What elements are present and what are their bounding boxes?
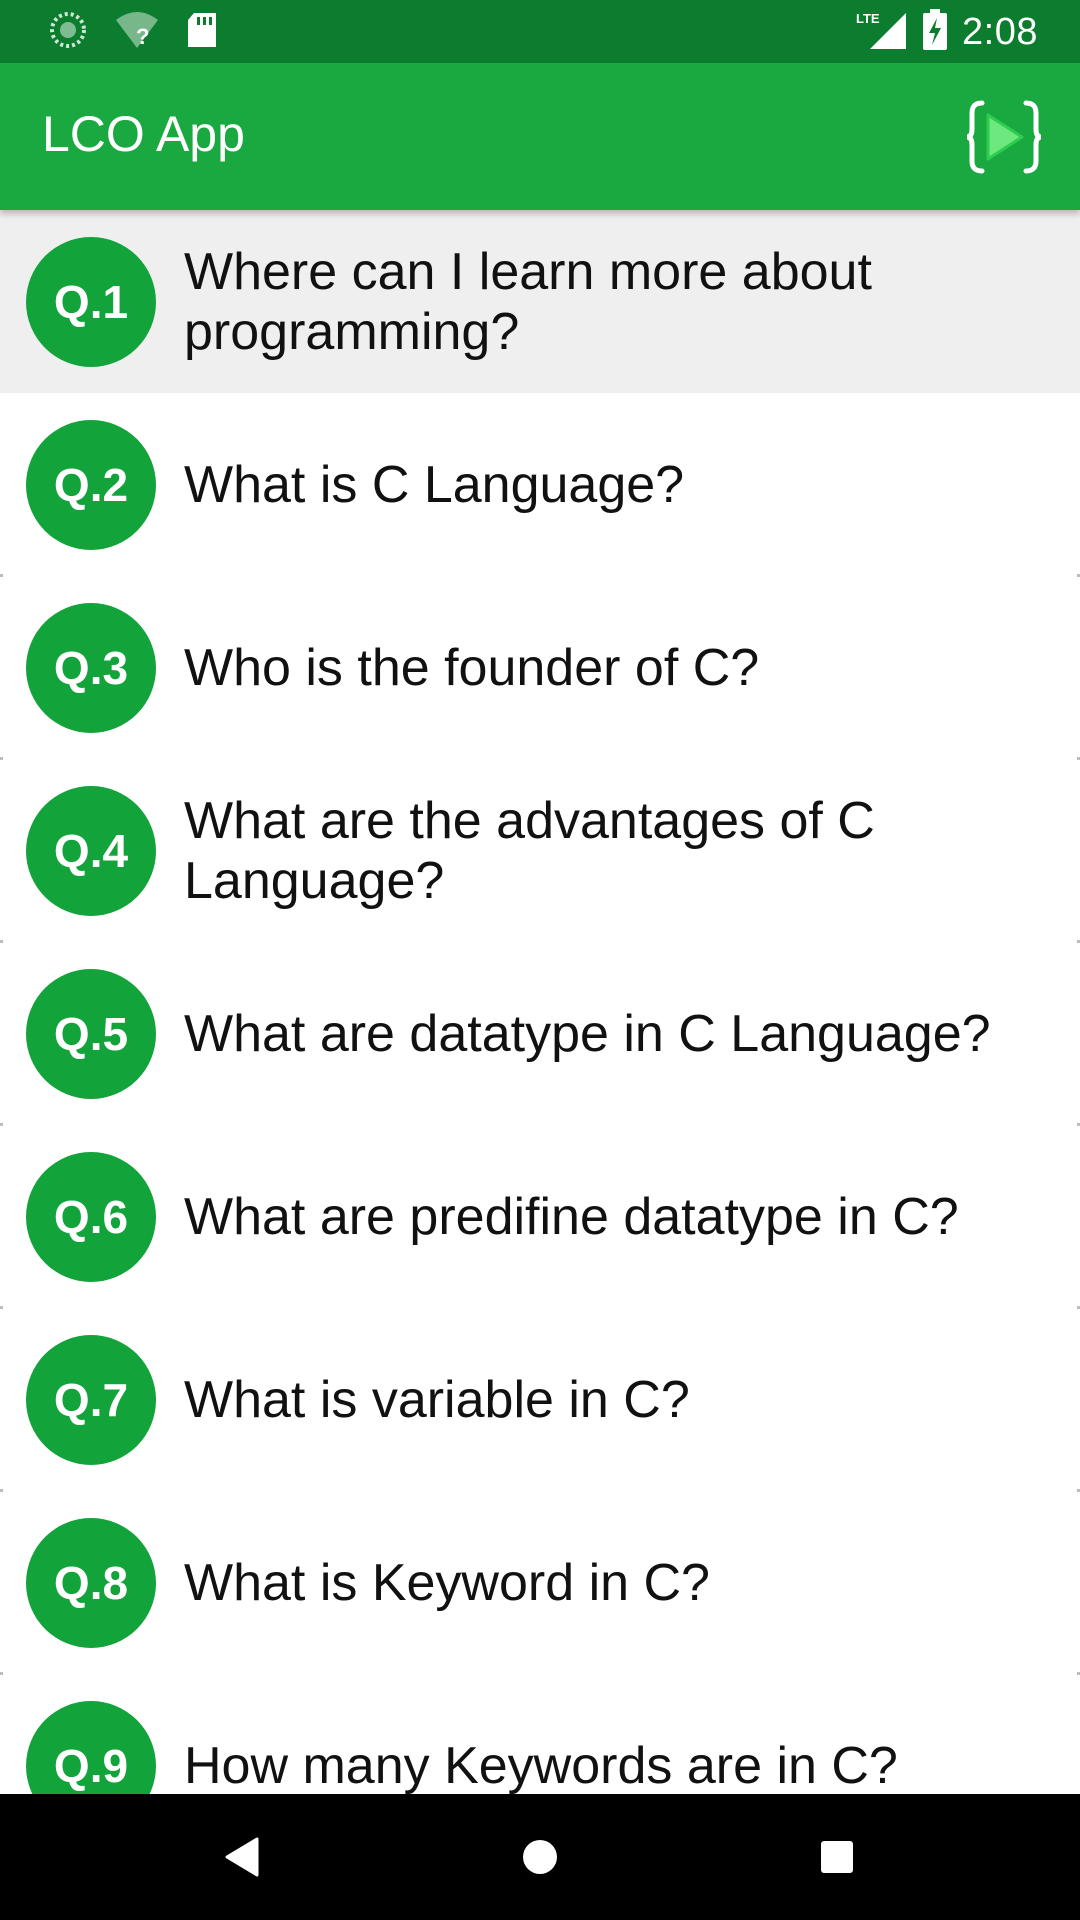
list-item-q8[interactable]: Q.8 What is Keyword in C?: [0, 1491, 1080, 1675]
question-text: Where can I learn more about programming…: [184, 242, 872, 361]
sync-icon: [48, 10, 88, 55]
list-item-q2[interactable]: Q.2 What is C Language?: [0, 393, 1080, 577]
question-badge: Q.4: [26, 786, 156, 916]
sd-card-icon: [186, 11, 218, 54]
list-item-q7[interactable]: Q.7 What is variable in C?: [0, 1308, 1080, 1492]
question-badge: Q.8: [26, 1518, 156, 1648]
network-label: LTE: [856, 11, 880, 26]
status-left-icons: ?: [48, 10, 218, 55]
question-text: How many Keywords are in C?: [184, 1736, 898, 1795]
question-badge: Q.1: [26, 237, 156, 367]
question-text: What is Keyword in C?: [184, 1553, 710, 1612]
home-icon[interactable]: [507, 1824, 573, 1890]
question-badge: Q.6: [26, 1152, 156, 1282]
status-time: 2:08: [962, 10, 1038, 53]
question-text: Who is the founder of C?: [184, 638, 760, 697]
question-text: What are datatype in C Language?: [184, 1004, 991, 1063]
wifi-unknown-icon: ?: [114, 10, 160, 55]
svg-text:?: ?: [136, 24, 149, 49]
status-right-icons: LTE 2:08: [856, 8, 1038, 56]
question-badge: Q.2: [26, 420, 156, 550]
code-run-icon[interactable]: [966, 97, 1042, 177]
list-item-q5[interactable]: Q.5 What are datatype in C Language?: [0, 942, 1080, 1126]
list-item-q1[interactable]: Q.1 Where can I learn more about program…: [0, 210, 1080, 393]
lte-signal-icon: LTE: [856, 9, 908, 56]
list-item-q3[interactable]: Q.3 Who is the founder of C?: [0, 576, 1080, 760]
recents-icon[interactable]: [804, 1824, 870, 1890]
list-item-q6[interactable]: Q.6 What are predifine datatype in C?: [0, 1125, 1080, 1309]
question-text: What is variable in C?: [184, 1370, 690, 1429]
navigation-bar: [0, 1794, 1080, 1920]
question-text: What are the advantages of C Language?: [184, 791, 875, 910]
question-text: What are predifine datatype in C?: [184, 1187, 959, 1246]
question-list[interactable]: Q.1 Where can I learn more about program…: [0, 210, 1080, 1794]
list-item-q9[interactable]: Q.9 How many Keywords are in C?: [0, 1674, 1080, 1794]
question-text: What is C Language?: [184, 455, 685, 514]
battery-charging-icon: [922, 8, 948, 56]
question-badge: Q.9: [26, 1701, 156, 1794]
status-bar: ? LTE 2:08: [0, 0, 1080, 63]
question-badge: Q.7: [26, 1335, 156, 1465]
question-badge: Q.3: [26, 603, 156, 733]
question-badge: Q.5: [26, 969, 156, 1099]
app-bar: LCO App: [0, 63, 1080, 210]
app-title: LCO App: [42, 106, 245, 162]
list-item-q4[interactable]: Q.4 What are the advantages of C Languag…: [0, 759, 1080, 943]
back-icon[interactable]: [208, 1824, 274, 1890]
